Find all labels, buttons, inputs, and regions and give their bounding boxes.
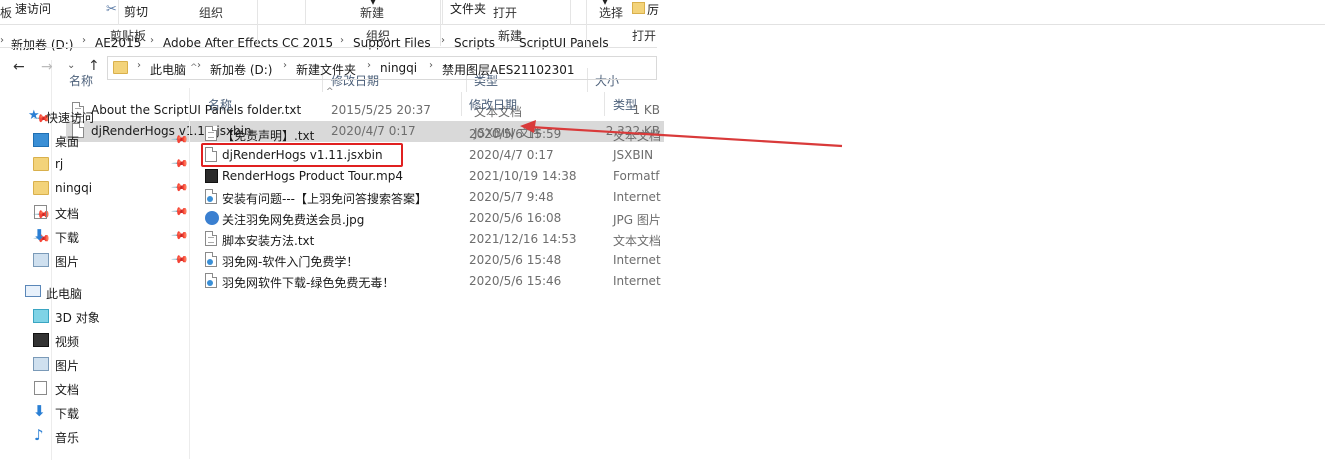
annotation-arrow bbox=[520, 120, 843, 148]
arrow-shaft bbox=[529, 125, 843, 148]
arrowhead bbox=[520, 120, 536, 133]
